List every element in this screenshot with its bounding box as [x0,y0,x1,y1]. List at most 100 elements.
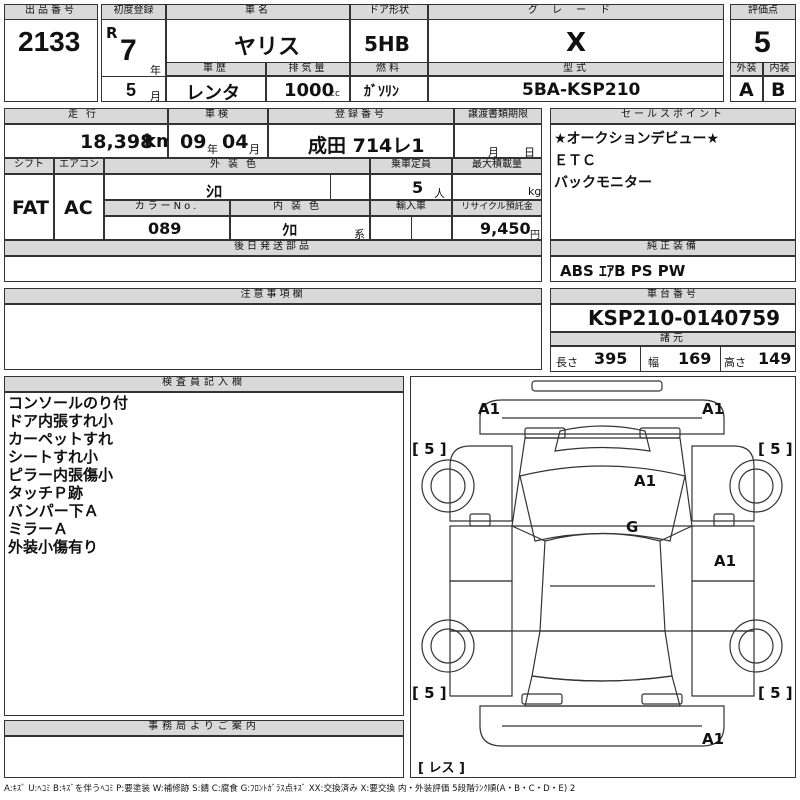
inspector-note-2: ドア内張すれ小 [8,412,114,430]
inspection-year-unit: 年 [207,143,218,156]
month-unit: 月 [150,90,161,103]
sales-point-list: ★オークションデビュー★ ＥＴＣ バックモニター [554,128,719,194]
width-label: 幅 [648,356,659,369]
car-name-header: 車名 [166,4,350,20]
history: レンタ [186,83,240,104]
interior-grade: B [771,79,786,101]
int-color-cell [230,216,370,240]
aircon-header: エアコン [54,158,104,174]
spare-tire: [ レス ] [418,761,465,776]
inspector-note-1: コンソールのり付 [8,394,129,412]
office-cell [4,736,404,778]
shift: FAT [12,197,49,219]
max-load-header: 最大積載量 [452,158,542,174]
inspection-month: 04 [222,131,249,153]
model: 5BA-KSP210 [522,80,641,100]
max-load-unit: kg [528,185,542,198]
capacity: 5 [412,178,424,197]
reg-no: 成田 714レ1 [308,135,425,157]
reg-no-header: 登録番号 [268,108,454,124]
exterior-header: 外装 [730,62,763,76]
sales-point-2: ＥＴＣ [554,153,596,169]
inspection-month-unit: 月 [249,143,260,156]
displacement: 1000 [284,80,335,101]
length-label: 長さ [556,356,578,369]
mileage: 18,398 [80,131,154,153]
mark-hood: A1 [634,472,656,490]
door-header: ドア形状 [350,4,428,20]
sales-point-3: バックモニター [554,175,652,191]
tire-front-right: [ 5 ] [758,440,793,458]
length: 395 [594,349,628,368]
dimensions-header: 諸元 [550,332,796,346]
inspector-note-3: カーペットすれ [8,430,114,448]
chassis-no: KSP210-0140759 [588,306,781,330]
inspector-notes-list: コンソールのり付 ドア内張すれ小 カーペットすれ シートすれ小 ピラー内張傷小 … [8,394,128,556]
score-header: 評価点 [730,4,796,20]
notes-cell [4,304,542,370]
int-color: ｸﾛ [282,221,298,239]
tire-rear-left: [ 5 ] [412,684,447,702]
tire-rear-right: [ 5 ] [758,684,793,702]
legend: A:ｷｽﾞ U:ﾍｺﾐ B:ｷｽﾞを伴うﾍｺﾐ P:要塗装 W:補修跡 S:錆 … [4,784,576,794]
mark-right-door: A1 [714,552,736,570]
width: 169 [678,349,712,368]
displacement-header: 排気量 [266,62,350,76]
height: 149 [758,349,792,368]
interior-header: 内装 [763,62,796,76]
first-reg-year: 7 [120,34,137,67]
first-reg-header: 初度登録 [101,4,166,20]
lot-number: 2133 [18,26,81,57]
fuel: ｶﾞｿﾘﾝ [364,84,399,100]
inspector-note-5: ピラー内張傷小 [8,466,114,484]
height-label: 高さ [724,356,746,369]
office-header: 事務局よりご案内 [4,720,404,736]
history-header: 車歴 [166,62,266,76]
inspector-note-8: ミラーＡ [8,520,69,538]
transfer-header: 譲渡書類期限 [454,108,542,124]
mark-windshield: G [626,518,638,536]
mileage-header: 走行 [4,108,168,124]
later-parts-header: 後日発送部品 [4,240,542,256]
era: R [106,24,118,42]
recycle-unit: 円 [530,230,540,241]
score: 5 [754,26,771,59]
car-name: ヤリス [234,35,301,60]
recycle-header: リサイクル預託金 [452,200,542,216]
first-reg-month: 5 [126,80,137,100]
model-header: 型式 [428,62,724,76]
mark-rear-bumper: A1 [702,730,724,748]
exterior-grade: A [739,79,754,101]
ext-color-header: 外装色 [104,158,370,174]
cc-unit: cc [330,89,340,99]
notes-header: 注意事項欄 [4,288,542,304]
door-type: 5HB [364,32,410,56]
later-parts-cell [4,256,542,282]
mark-front-right: A1 [702,400,724,418]
genuine-equip-header: 純正装備 [550,240,796,256]
color-no-header: カラーNo. [104,200,230,216]
lot-header: 出品番号 [4,4,98,20]
inspector-note-4: シートすれ小 [8,448,99,466]
inspection-header: 車検 [168,108,268,124]
sales-point-1: ★オークションデビュー★ [554,131,720,147]
capacity-unit: 人 [434,187,445,200]
inspector-note-7: バンパー下Ａ [8,502,99,520]
aircon: AC [64,197,93,219]
import-header: 輸入車 [370,200,452,216]
inspection-year: 09 [180,131,207,153]
capacity-header: 乗車定員 [370,158,452,174]
inspector-note-6: タッチＰ跡 [8,484,84,502]
inspector-header: 検査員記入欄 [4,376,404,392]
genuine-equipment: ABS ｴｱB PS PW [560,262,686,280]
tire-front-left: [ 5 ] [412,440,447,458]
color-no: 089 [148,219,182,238]
fuel-header: 燃料 [350,62,428,76]
inspector-note-9: 外装小傷有り [8,538,99,556]
shift-header: シフト [4,158,54,174]
grade-header: グレード [428,4,724,20]
car-damage-diagram: A1 A1 A1 G A1 A1 [ 5 ] [ 5 ] [ 5 ] [ 5 ]… [412,380,793,776]
recycle: 9,450 [480,219,531,238]
sales-point-header: セールスポイント [550,108,796,124]
ext-color: ｼﾛ [206,182,223,201]
